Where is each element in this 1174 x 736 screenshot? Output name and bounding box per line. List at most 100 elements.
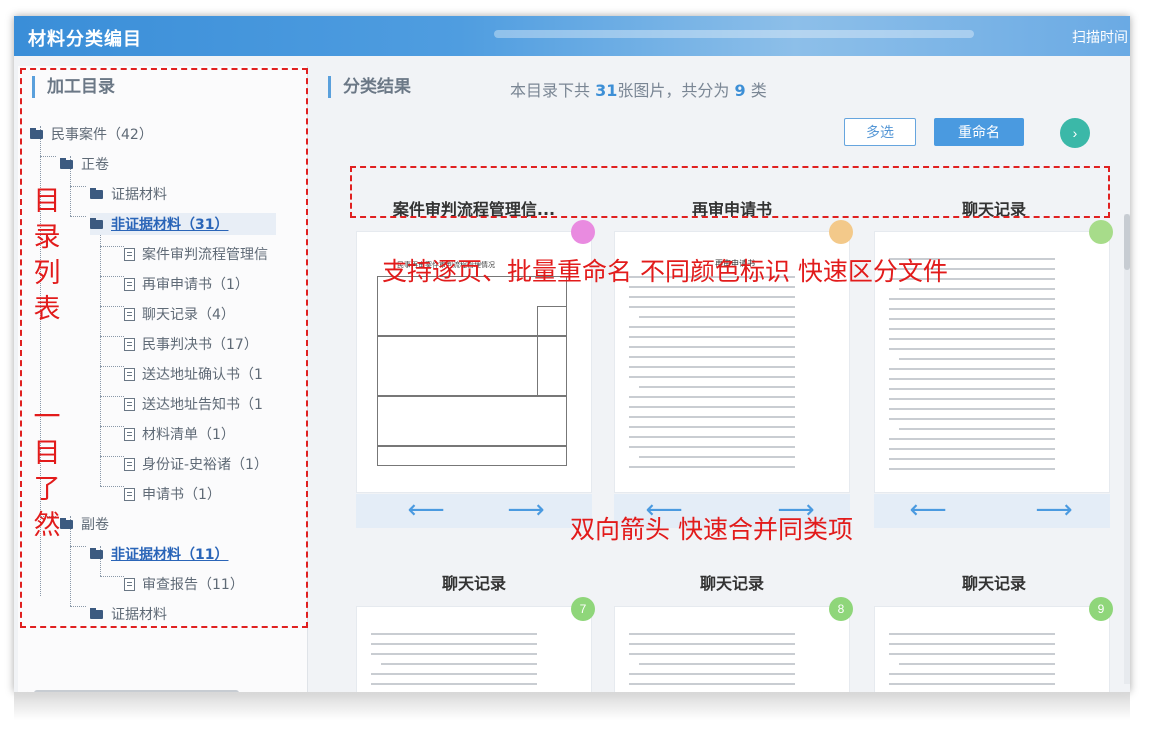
category-color-badge: 8 (829, 597, 853, 621)
title-progress-track (494, 30, 974, 38)
class-count: 9 (734, 81, 746, 100)
text-line (371, 633, 537, 635)
category-title[interactable]: 聊天记录 (874, 570, 1114, 594)
text-line (889, 328, 1055, 330)
results-header: 分类结果 (328, 76, 411, 98)
document-card[interactable]: 7 (356, 597, 595, 692)
text-line (629, 366, 795, 368)
summary-prefix: 本目录下共 (510, 81, 591, 100)
annotation-rename-note: 支持逐页、批量重命名 不同颜色标识 快速区分文件 (382, 257, 948, 286)
text-line (889, 438, 1055, 440)
text-line (899, 663, 1055, 665)
classification-results: 分类结果 本目录下共 31张图片，共分为 9 类 多选 重命名 › 案件审判流程… (314, 66, 1130, 692)
text-line (629, 296, 795, 298)
annotation-box-catalog (20, 68, 308, 628)
text-line (899, 288, 1055, 290)
text-line (371, 643, 537, 645)
title-bar: 材料分类编目 扫描时间 (14, 16, 1130, 56)
text-line (629, 466, 795, 468)
text-line (629, 376, 795, 378)
multi-select-button[interactable]: 多选 (844, 118, 916, 146)
text-line (639, 316, 795, 318)
text-line (889, 418, 1055, 420)
text-line (629, 673, 795, 675)
category-color-badge (829, 220, 853, 244)
text-line (889, 348, 1055, 350)
text-line (889, 338, 1055, 340)
document-thumbnail (885, 621, 1099, 692)
text-line (371, 683, 537, 685)
text-line (629, 683, 795, 685)
annotation-box-categories (350, 166, 1110, 218)
rename-button[interactable]: 重命名 (934, 118, 1024, 146)
category-color-badge: 9 (1089, 597, 1113, 621)
text-line (889, 458, 1055, 460)
text-line (889, 408, 1055, 410)
text-line (889, 673, 1055, 675)
category-color-badge: 7 (571, 597, 595, 621)
text-line (629, 436, 795, 438)
form-table (377, 396, 567, 446)
text-line (899, 358, 1055, 360)
text-line (371, 653, 537, 655)
annotation-at-a-glance: 一目了然 (33, 402, 61, 541)
text-line (639, 386, 795, 388)
next-page-button[interactable]: › (1060, 118, 1090, 148)
arrow-left-icon[interactable]: ⟵ (908, 497, 948, 523)
text-line (629, 643, 795, 645)
category-title[interactable]: 聊天记录 (612, 570, 852, 594)
category-title[interactable]: 聊天记录 (354, 570, 594, 594)
text-line (371, 673, 537, 675)
text-line (629, 396, 795, 398)
text-line (889, 318, 1055, 320)
text-line (899, 428, 1055, 430)
summary-mid: 张图片，共分为 (617, 81, 730, 100)
results-summary: 本目录下共 31张图片，共分为 9 类 (510, 77, 767, 101)
text-line (629, 633, 795, 635)
text-line (629, 306, 795, 308)
form-table (377, 446, 567, 466)
arrow-right-icon[interactable]: ⟶ (1034, 497, 1074, 523)
text-line (629, 446, 795, 448)
text-line (889, 308, 1055, 310)
arrow-left-icon[interactable]: ⟵ (406, 497, 446, 523)
text-line (629, 406, 795, 408)
results-vertical-scrollbar[interactable] (1124, 214, 1130, 684)
text-line (889, 368, 1055, 370)
category-color-badge (571, 220, 595, 244)
text-line (889, 683, 1055, 685)
category-color-badge (1089, 220, 1113, 244)
scan-time-label[interactable]: 扫描时间 (1072, 27, 1128, 47)
document-card[interactable]: 9 (874, 597, 1113, 692)
text-line (889, 633, 1055, 635)
text-line (381, 663, 537, 665)
merge-arrow-bar: ⟵ ⟶ (874, 494, 1110, 528)
annotation-merge-note: 双向箭头 快速合并同类项 (570, 515, 853, 544)
text-line (629, 416, 795, 418)
form-table (537, 306, 567, 396)
merge-arrow-bar: ⟵ ⟶ (356, 494, 592, 528)
text-line (889, 378, 1055, 380)
text-line (889, 643, 1055, 645)
document-thumbnail (625, 621, 839, 692)
text-line (629, 653, 795, 655)
document-card[interactable]: 8 (614, 597, 853, 692)
document-thumbnail (367, 621, 581, 692)
window-shadow (14, 692, 1130, 720)
text-line (639, 456, 795, 458)
text-line (889, 468, 1055, 470)
app-title: 材料分类编目 (28, 29, 142, 50)
arrow-right-icon[interactable]: ⟶ (506, 497, 546, 523)
text-line (889, 653, 1055, 655)
text-line (629, 346, 795, 348)
summary-suffix: 类 (750, 81, 767, 100)
image-count: 31 (595, 81, 618, 100)
text-line (889, 388, 1055, 390)
text-line (889, 398, 1055, 400)
annotation-directory-list: 目录列表 (33, 186, 61, 325)
app-window: 材料分类编目 扫描时间 加工目录 民事案件（42） 正卷 证据材料 非证据材料（… (14, 16, 1130, 692)
text-line (889, 448, 1055, 450)
scrollbar-thumb[interactable] (1124, 214, 1130, 270)
text-line (629, 426, 795, 428)
text-line (889, 298, 1055, 300)
